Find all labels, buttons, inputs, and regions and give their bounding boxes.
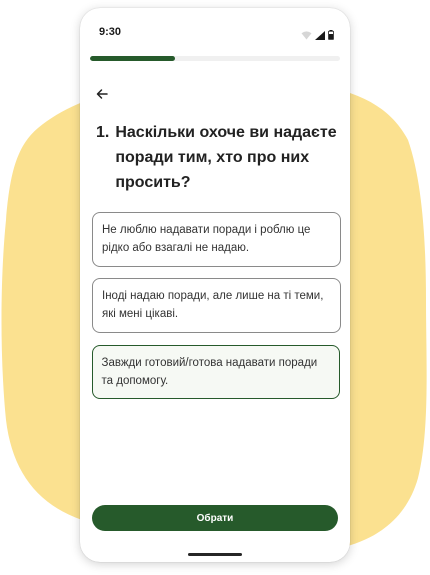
- choose-button[interactable]: Обрати: [92, 505, 338, 531]
- progress-bar: [90, 56, 340, 61]
- cellular-signal-icon: [315, 27, 325, 45]
- battery-icon: [328, 27, 334, 45]
- question-title: 1. Наскільки охоче ви надаєте поради тим…: [96, 120, 340, 195]
- answer-option-selected[interactable]: Завжди готовий/готова надавати поради та…: [92, 345, 340, 399]
- progress-fill: [90, 56, 175, 61]
- back-button[interactable]: [92, 86, 112, 106]
- arrow-left-icon: [96, 87, 108, 105]
- stage: 9:30 1. Наскільки охоче ви надаєте порад…: [0, 0, 430, 575]
- question-text: Наскільки охоче ви надаєте поради тим, х…: [115, 124, 337, 191]
- wifi-icon: [301, 27, 312, 45]
- status-icons: [301, 27, 334, 45]
- answer-option[interactable]: Іноді надаю поради, але лише на ті теми,…: [92, 278, 341, 333]
- answer-option[interactable]: Не люблю надавати поради і роблю це рідк…: [92, 212, 341, 267]
- phone-frame: 9:30 1. Наскільки охоче ви надаєте порад…: [80, 8, 350, 562]
- question-number: 1.: [96, 124, 110, 141]
- status-time: 9:30: [99, 26, 122, 38]
- status-bar: 9:30: [80, 8, 350, 52]
- home-indicator: [188, 553, 242, 556]
